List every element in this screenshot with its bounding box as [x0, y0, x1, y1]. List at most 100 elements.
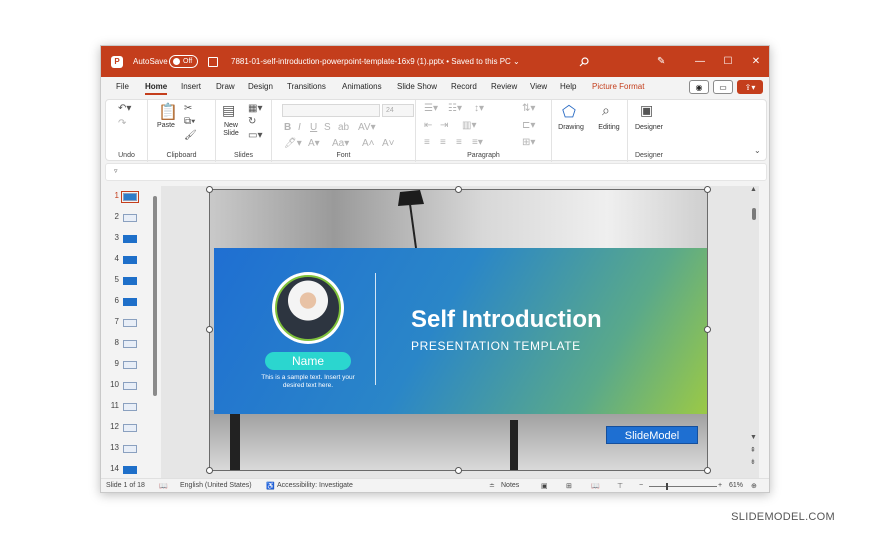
tab-animations[interactable]: Animations [342, 82, 382, 91]
thumbnail-7[interactable]: 7 [101, 317, 161, 333]
autosave-toggle[interactable]: Off [169, 55, 198, 68]
zoom-slider[interactable] [649, 486, 717, 487]
thumbnail-4[interactable]: 4 [101, 254, 161, 270]
drawing-button[interactable]: Drawing [552, 124, 590, 131]
thumbnail-image [123, 319, 137, 327]
thumbnail-3[interactable]: 3 [101, 233, 161, 249]
resize-handle-bottom-left[interactable] [206, 467, 213, 474]
tab-review[interactable]: Review [491, 82, 517, 91]
search-button[interactable] [579, 46, 591, 77]
thumbnail-scrollbar[interactable] [153, 188, 157, 468]
resize-handle-left[interactable] [206, 326, 213, 333]
spelling-icon[interactable]: 📖 [159, 482, 168, 490]
layout-icon[interactable]: ▦▾ [248, 103, 262, 114]
language[interactable]: English (United States) [180, 482, 252, 489]
undo-icon[interactable]: ↶▾ [118, 103, 131, 114]
reset-icon[interactable]: ↻ [248, 116, 256, 127]
maximize-button[interactable]: ☐ [714, 56, 742, 67]
close-button[interactable]: ✕ [742, 56, 769, 67]
thumbnail-5[interactable]: 5 [101, 275, 161, 291]
editing-search-icon[interactable]: ⌕ [602, 102, 610, 119]
canvas-scrollbar[interactable]: ▲ ▼ ⇞ ⇟ [749, 186, 759, 478]
format-painter-icon[interactable]: 🖌 [184, 130, 197, 141]
editing-button[interactable]: Editing [590, 124, 628, 131]
thumbnail-9[interactable]: 9 [101, 359, 161, 375]
window-controls: — ☐ ✕ [686, 46, 769, 77]
thumbnail-2[interactable]: 2 [101, 212, 161, 228]
resize-handle-bottom[interactable] [455, 467, 462, 474]
font-family-box[interactable] [282, 104, 380, 117]
canvas-scrollbar-thumb[interactable] [752, 208, 756, 220]
previous-slide-icon[interactable]: ⇞ [750, 446, 756, 454]
ribbon: ↶▾ ↷ Undo 📋 Paste ✂ ⧉▾ 🖌 Clipboard ▤ New… [105, 99, 767, 162]
slideshow-icon[interactable]: ⊤ [617, 482, 623, 490]
tab-record[interactable]: Record [451, 82, 477, 91]
reading-view-icon[interactable]: 📖 [591, 482, 600, 490]
next-slide-icon[interactable]: ⇟ [750, 458, 756, 466]
resize-handle-top[interactable] [455, 186, 462, 193]
scroll-down-icon[interactable]: ▼ [750, 434, 757, 441]
paste-icon[interactable]: 📋 [158, 102, 178, 122]
thumbnail-number: 7 [114, 317, 119, 326]
ribbon-collapse-icon[interactable]: ⌄ [754, 146, 761, 155]
tab-picture-format[interactable]: Picture Format [592, 82, 644, 91]
zoom-level[interactable]: 61% [729, 482, 743, 489]
tab-insert[interactable]: Insert [181, 82, 201, 91]
notes-button[interactable]: Notes [501, 482, 519, 489]
paste-button[interactable]: Paste [154, 122, 178, 129]
undo-group-label: Undo [118, 152, 135, 159]
thumbnail-11[interactable]: 11 [101, 401, 161, 417]
tab-transitions[interactable]: Transitions [287, 82, 326, 91]
thumbnail-number: 9 [114, 359, 119, 368]
minimize-button[interactable]: — [686, 56, 714, 67]
new-slide-icon[interactable]: ▤ [222, 102, 235, 119]
tab-design[interactable]: Design [248, 82, 273, 91]
tab-slide-show[interactable]: Slide Show [397, 82, 437, 91]
thumbnail-image [123, 445, 137, 453]
thumbnail-13[interactable]: 13 [101, 443, 161, 459]
font-size-box[interactable]: 24 [382, 104, 414, 117]
italic-icon: I [298, 122, 301, 133]
save-button[interactable] [208, 46, 220, 77]
thumbnail-8[interactable]: 8 [101, 338, 161, 354]
resize-handle-right[interactable] [704, 326, 711, 333]
customize-qat-icon[interactable]: ▿ [114, 168, 118, 175]
selection-frame [209, 189, 708, 471]
slide-sorter-icon[interactable]: ⊞ [566, 482, 572, 490]
scroll-up-icon[interactable]: ▲ [750, 186, 757, 193]
share-button[interactable]: ⇪▾ [737, 80, 763, 94]
designer-icon[interactable]: ▣ [640, 102, 653, 119]
zoom-out-icon[interactable]: − [639, 482, 643, 489]
document-title[interactable]: 7881-01-self-introduction-powerpoint-tem… [231, 46, 520, 77]
zoom-slider-knob[interactable] [666, 483, 668, 490]
new-slide-button[interactable]: New Slide [218, 122, 244, 138]
thumbnail-6[interactable]: 6 [101, 296, 161, 312]
designer-pen-icon[interactable]: ✎ [657, 46, 669, 77]
fit-to-window-icon[interactable]: ⊕ [751, 482, 757, 490]
resize-handle-top-right[interactable] [704, 186, 711, 193]
tab-view[interactable]: View [530, 82, 547, 91]
thumbnail-10[interactable]: 10 [101, 380, 161, 396]
accessibility-status[interactable]: Accessibility: Investigate [277, 482, 353, 489]
resize-handle-top-left[interactable] [206, 186, 213, 193]
tab-help[interactable]: Help [560, 82, 576, 91]
section-icon[interactable]: ▭▾ [248, 130, 262, 141]
resize-handle-bottom-right[interactable] [704, 467, 711, 474]
normal-view-icon[interactable]: ▣ [541, 482, 548, 490]
scrollbar-thumb[interactable] [153, 196, 157, 396]
cut-icon[interactable]: ✂ [184, 103, 192, 114]
thumbnail-image [123, 277, 137, 285]
record-button[interactable]: ◉ [689, 80, 709, 94]
comments-button[interactable]: ▭ [713, 80, 733, 94]
thumbnail-1[interactable]: 1 [101, 191, 161, 207]
zoom-in-icon[interactable]: + [718, 482, 722, 489]
copy-icon[interactable]: ⧉▾ [184, 116, 195, 127]
tab-home[interactable]: Home [145, 82, 168, 95]
drawing-shapes-icon[interactable]: ⬠ [562, 102, 576, 122]
thumbnail-12[interactable]: 12 [101, 422, 161, 438]
thumbnail-image [123, 403, 137, 411]
char-spacing-icon: AV▾ [358, 122, 376, 133]
tab-draw[interactable]: Draw [216, 82, 235, 91]
designer-button[interactable]: Designer [628, 124, 670, 131]
tab-file[interactable]: File [116, 82, 129, 91]
